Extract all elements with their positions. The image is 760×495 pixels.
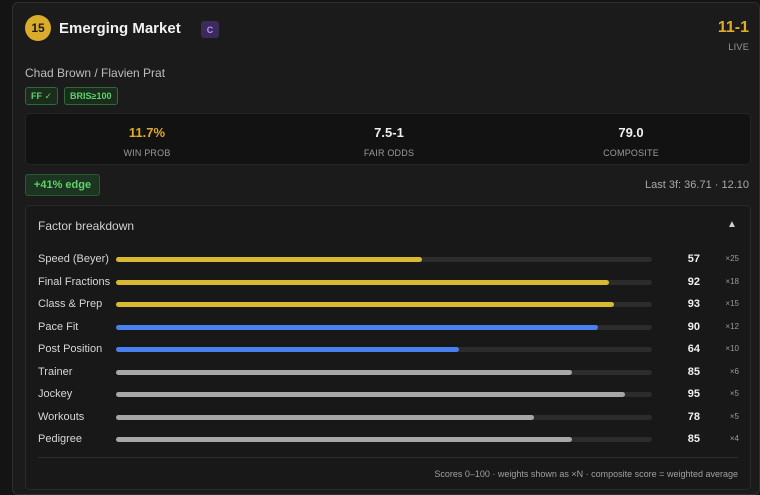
program-number-badge: 15: [25, 15, 51, 41]
horse-name: Emerging Market: [59, 20, 181, 37]
factor-weight: ×6: [729, 366, 739, 376]
factor-bar-fill: [116, 302, 615, 307]
class-badge: C: [201, 21, 219, 38]
factor-score: 90: [687, 320, 700, 333]
fair-odds-value: 7.5-1: [374, 125, 404, 140]
factor-bar-fill: [116, 414, 535, 420]
factor-weight: ×10: [725, 344, 739, 353]
factor-bar-track: [116, 414, 652, 420]
tag-first-fast: FF ✓: [25, 87, 59, 105]
factor-score: 57: [687, 253, 700, 265]
factor-breakdown-title: Factor breakdown: [38, 219, 135, 233]
factor-weight: ×4: [729, 434, 739, 443]
factor-bar-fill: [116, 324, 599, 330]
factor-label: Final Fractions: [38, 275, 111, 288]
chevron-up-icon[interactable]: ▲: [724, 219, 740, 233]
factor-bar-fill: [116, 347, 460, 352]
factor-row: Workouts 78 ×5: [26, 408, 752, 431]
factor-bar-track: [116, 369, 652, 375]
composite-label: COMPOSITE: [603, 148, 659, 158]
factor-score: 95: [687, 388, 700, 400]
composite-value: 79.0: [618, 125, 644, 140]
factor-row: Pace Fit 90 ×12: [26, 318, 752, 341]
factor-score: 85: [687, 433, 700, 445]
win-prob-value: 11.7%: [128, 125, 166, 140]
edge-badge: +41% edge: [25, 174, 100, 196]
win-prob-label: WIN PROB: [123, 148, 171, 158]
factor-score: 85: [687, 365, 700, 378]
tag-list: FF ✓ BRIS≥100: [25, 87, 118, 105]
factor-bar-track: [116, 392, 652, 397]
factor-bar-fill: [116, 369, 572, 375]
stat-win-prob: 11.7% WIN PROB: [26, 114, 268, 166]
factor-label: Speed (Beyer): [38, 253, 109, 265]
stat-fair-odds: 7.5-1 FAIR ODDS: [268, 114, 510, 166]
factor-bar-track: [116, 437, 652, 442]
factor-footnote: Scores 0–100 · weights shown as ×N · com…: [434, 469, 738, 479]
factor-score: 78: [687, 410, 700, 423]
factor-label: Pedigree: [38, 433, 83, 445]
stat-composite: 79.0 COMPOSITE: [510, 114, 752, 166]
factor-list: Speed (Beyer) 57 ×25 Final Fractions 92 ×18 Cl…: [26, 250, 752, 453]
factor-label: Trainer: [38, 365, 73, 378]
factor-weight: ×5: [729, 411, 739, 421]
factor-bar-fill: [116, 392, 626, 397]
factor-row: Class & Prep 93 ×15: [26, 295, 752, 318]
last-3f: Last 3f: 36.71 · 12.10: [645, 179, 749, 191]
trainer-jockey: Chad Brown / Flavien Prat: [25, 66, 166, 80]
factor-row: Trainer 85 ×6: [26, 363, 752, 386]
fair-odds-label: FAIR ODDS: [363, 148, 415, 158]
factor-breakdown-panel: Factor breakdown ▲ Speed (Beyer) 57 ×25 Fin…: [25, 205, 751, 490]
factor-bar-track: [116, 257, 652, 262]
factor-bar-track: [116, 347, 652, 352]
factor-score: 64: [687, 343, 700, 355]
factor-bar-fill: [116, 437, 572, 442]
factor-bar-track: [116, 324, 652, 330]
factor-row: Speed (Beyer) 57 ×25: [26, 250, 752, 273]
factor-label: Jockey: [38, 388, 73, 400]
stats-panel: 11.7% WIN PROB 7.5-1 FAIR ODDS 79.0 COMP…: [25, 113, 751, 165]
factor-row: Post Position 64 ×10: [26, 340, 752, 363]
factor-row: Final Fractions 92 ×18: [26, 273, 752, 296]
factor-bar-fill: [116, 279, 610, 285]
factor-label: Post Position: [38, 343, 103, 355]
divider: [38, 457, 738, 458]
factor-score: 92: [687, 275, 700, 288]
factor-bar-track: [116, 279, 652, 285]
horse-card: 15 Emerging Market C 11-1 LIVE Chad Brow…: [12, 2, 760, 495]
factor-weight: ×5: [729, 389, 739, 398]
factor-score: 93: [687, 298, 700, 310]
factor-label: Pace Fit: [38, 320, 79, 333]
factor-label: Workouts: [38, 410, 85, 423]
card-header: 15 Emerging Market C 11-1 LIVE: [25, 15, 749, 55]
factor-weight: ×12: [725, 321, 739, 331]
factor-bar-track: [116, 302, 652, 307]
factor-bar-fill: [116, 257, 422, 262]
tag-bris: BRIS≥100: [64, 87, 118, 105]
factor-weight: ×15: [725, 299, 739, 308]
odds-status: LIVE: [728, 42, 749, 52]
factor-row: Pedigree 85 ×4: [26, 430, 752, 453]
factor-label: Class & Prep: [38, 298, 103, 310]
factor-weight: ×25: [725, 254, 739, 263]
factor-weight: ×18: [725, 276, 739, 286]
factor-row: Jockey 95 ×5: [26, 385, 752, 408]
live-odds: 11-1: [717, 19, 749, 36]
